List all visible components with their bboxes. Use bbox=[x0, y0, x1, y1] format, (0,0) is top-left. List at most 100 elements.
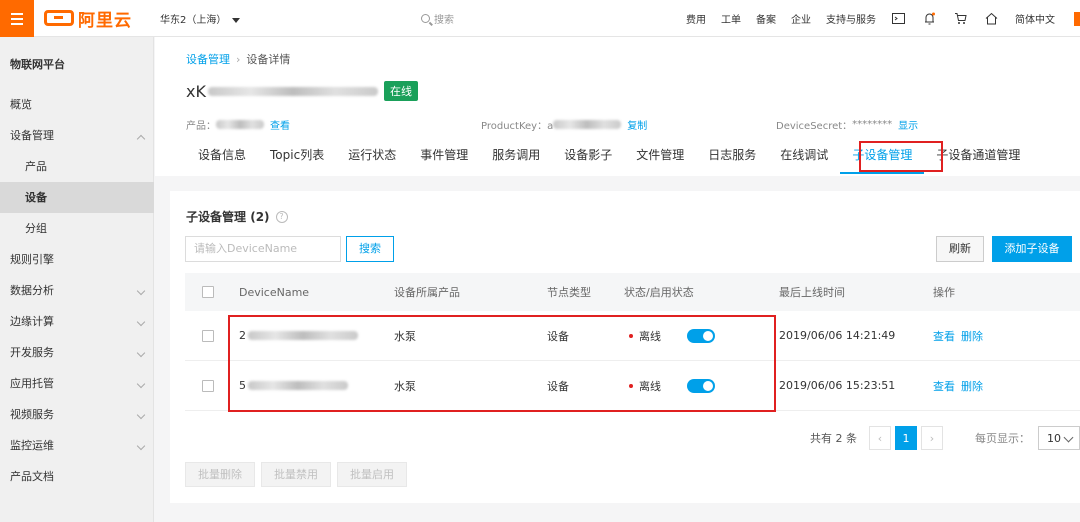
tab-device-shadow[interactable]: 设备影子 bbox=[552, 141, 624, 176]
cart-icon[interactable] bbox=[953, 12, 967, 26]
sidebar-item-label: 规则引擎 bbox=[10, 253, 54, 266]
terminal-icon[interactable] bbox=[891, 12, 905, 26]
sidebar-item-label: 产品文档 bbox=[10, 470, 54, 483]
top-search[interactable]: 搜索 bbox=[421, 11, 454, 26]
show-devicesecret-link[interactable]: 显示 bbox=[898, 117, 918, 132]
next-page-icon[interactable]: › bbox=[921, 426, 943, 450]
home-icon[interactable] bbox=[984, 12, 998, 26]
highlight-box-rows bbox=[228, 315, 776, 412]
page-number[interactable]: 1 bbox=[895, 426, 917, 450]
sidebar-item-label: 数据分析 bbox=[10, 284, 54, 297]
devicename-search-input[interactable]: 请输入DeviceName bbox=[185, 236, 341, 262]
sidebar-item-data-analysis[interactable]: 数据分析 bbox=[0, 275, 154, 306]
avatar[interactable] bbox=[1074, 11, 1080, 26]
chevron-down-icon bbox=[136, 379, 146, 389]
pagination: 共有 2 条 ‹ 1 › 每页显示： 10 bbox=[810, 426, 1080, 450]
col-devicename: DeviceName bbox=[239, 285, 310, 299]
last-online-cell: 2019/06/06 15:23:51 bbox=[779, 379, 896, 392]
tab-file-management[interactable]: 文件管理 bbox=[624, 141, 696, 176]
productkey-meta: ProductKey：a 复制 bbox=[481, 117, 647, 132]
delete-link[interactable]: 删除 bbox=[961, 328, 983, 344]
region-selector[interactable]: 华东2（上海） bbox=[160, 11, 241, 26]
sidebar-item-label: 设备管理 bbox=[10, 129, 54, 142]
aliyun-logo[interactable]: 阿里云 bbox=[44, 6, 132, 31]
device-name-title: xK 在线 bbox=[186, 81, 418, 101]
batch-delete-button[interactable]: 批量删除 bbox=[185, 462, 255, 487]
sidebar-item-docs[interactable]: 产品文档 bbox=[0, 461, 154, 492]
breadcrumb-device-management[interactable]: 设备管理 bbox=[186, 53, 230, 66]
nav-link-icp[interactable]: 备案 bbox=[756, 11, 776, 26]
sidebar-item-device-management[interactable]: 设备管理 bbox=[0, 120, 154, 151]
sidebar-item-label: 设备 bbox=[25, 191, 47, 204]
sidebar-item-label: 概览 bbox=[10, 98, 32, 111]
nav-link-support[interactable]: 支持与服务 bbox=[826, 11, 876, 26]
sidebar-item-rule-engine[interactable]: 规则引擎 bbox=[0, 244, 154, 275]
sidebar-item-devices[interactable]: 设备 bbox=[0, 182, 154, 213]
batch-enable-button[interactable]: 批量启用 bbox=[337, 462, 407, 487]
actions-cell: 查看 删除 bbox=[933, 311, 989, 360]
devicesecret-label: DeviceSecret： bbox=[776, 121, 853, 132]
row-checkbox[interactable] bbox=[202, 379, 214, 392]
sidebar-item-overview[interactable]: 概览 bbox=[0, 89, 154, 120]
tab-service-invocation[interactable]: 服务调用 bbox=[480, 141, 552, 176]
add-subdevice-button[interactable]: 添加子设备 bbox=[992, 236, 1072, 262]
chevron-up-icon bbox=[136, 134, 146, 144]
view-link[interactable]: 查看 bbox=[933, 328, 955, 344]
copy-productkey-link[interactable]: 复制 bbox=[627, 117, 647, 132]
sidebar-item-products[interactable]: 产品 bbox=[0, 151, 154, 182]
page-size-label: 每页显示： bbox=[975, 432, 1030, 445]
last-online-cell: 2019/06/06 14:21:49 bbox=[779, 329, 896, 342]
help-icon[interactable]: ? bbox=[275, 210, 288, 223]
view-product-link[interactable]: 查看 bbox=[270, 117, 290, 132]
col-product: 设备所属产品 bbox=[394, 286, 460, 299]
nav-link-enterprise[interactable]: 企业 bbox=[791, 11, 811, 26]
row-checkbox[interactable] bbox=[202, 329, 214, 342]
prev-page-icon[interactable]: ‹ bbox=[869, 426, 891, 450]
highlight-box-tab bbox=[859, 141, 943, 172]
view-link[interactable]: 查看 bbox=[933, 378, 955, 394]
redacted-productkey bbox=[553, 120, 622, 129]
search-placeholder: 搜索 bbox=[434, 15, 454, 26]
col-last-online: 最后上线时间 bbox=[779, 286, 845, 299]
chevron-down-icon bbox=[136, 410, 146, 420]
refresh-button[interactable]: 刷新 bbox=[936, 236, 984, 262]
select-all-checkbox[interactable] bbox=[202, 286, 214, 298]
subdevice-count: (2) bbox=[250, 209, 270, 224]
sidebar-item-dev-services[interactable]: 开发服务 bbox=[0, 337, 154, 368]
logo-mark-icon bbox=[44, 10, 74, 26]
page-size-select[interactable]: 10 bbox=[1038, 426, 1080, 450]
sidebar-item-label: 分组 bbox=[25, 222, 47, 235]
sidebar-item-label: 应用托管 bbox=[10, 377, 54, 390]
tab-online-debug[interactable]: 在线调试 bbox=[768, 141, 840, 176]
caret-down-icon bbox=[232, 17, 241, 23]
sidebar-item-label: 产品 bbox=[25, 160, 47, 173]
tab-topic-list[interactable]: Topic列表 bbox=[258, 141, 336, 176]
menu-icon[interactable] bbox=[0, 0, 34, 37]
tab-log-service[interactable]: 日志服务 bbox=[696, 141, 768, 176]
delete-link[interactable]: 删除 bbox=[961, 378, 983, 394]
redacted-product-name bbox=[216, 120, 264, 129]
tab-device-info[interactable]: 设备信息 bbox=[186, 141, 258, 176]
top-right-links: 费用 工单 备案 企业 支持与服务 简体中文 bbox=[686, 0, 1080, 37]
sidebar-item-video-services[interactable]: 视频服务 bbox=[0, 399, 154, 430]
sidebar-item-groups[interactable]: 分组 bbox=[0, 213, 154, 244]
nav-link-tickets[interactable]: 工单 bbox=[721, 11, 741, 26]
bell-icon[interactable] bbox=[922, 12, 936, 26]
chevron-down-icon bbox=[136, 441, 146, 451]
section-title-text: 子设备管理 bbox=[186, 210, 247, 224]
search-button[interactable]: 搜索 bbox=[346, 236, 394, 262]
sidebar-item-label: 开发服务 bbox=[10, 346, 54, 359]
tab-runtime-status[interactable]: 运行状态 bbox=[336, 141, 408, 176]
batch-disable-button[interactable]: 批量禁用 bbox=[261, 462, 331, 487]
nav-link-fees[interactable]: 费用 bbox=[686, 11, 706, 26]
sidebar-item-edge-computing[interactable]: 边缘计算 bbox=[0, 306, 154, 337]
sidebar-item-monitoring[interactable]: 监控运维 bbox=[0, 430, 154, 461]
sidebar-item-app-hosting[interactable]: 应用托管 bbox=[0, 368, 154, 399]
table-header: DeviceName 设备所属产品 节点类型 状态/启用状态 最后上线时间 操作 bbox=[185, 273, 1080, 311]
region-label: 华东2（上海） bbox=[160, 15, 227, 26]
col-actions: 操作 bbox=[933, 286, 955, 299]
tab-event-management[interactable]: 事件管理 bbox=[408, 141, 480, 176]
top-navbar: 阿里云 华东2（上海） 搜索 费用 工单 备案 企业 支持与服务 简体中文 bbox=[0, 0, 1080, 37]
language-switch[interactable]: 简体中文 bbox=[1015, 11, 1055, 26]
sidebar-item-label: 监控运维 bbox=[10, 439, 54, 452]
